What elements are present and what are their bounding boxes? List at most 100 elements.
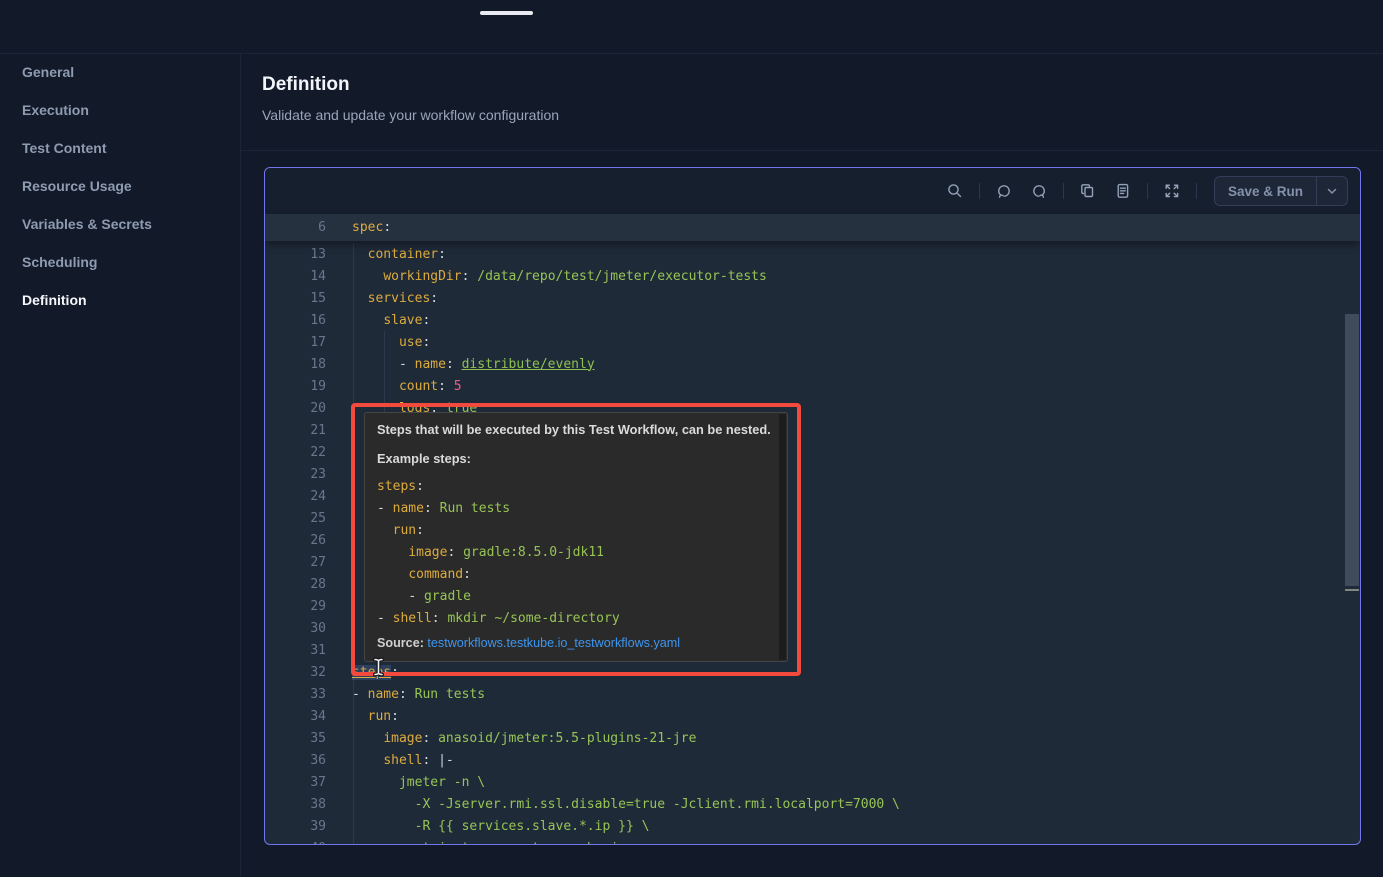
code-line-39[interactable]: 39 -R {{ services.slave.*.ip }} \ xyxy=(265,815,1360,837)
tooltip-example-label: Example steps: xyxy=(377,451,773,466)
tooltip-code-line: steps: xyxy=(377,475,773,497)
sidebar-item-scheduling[interactable]: Scheduling xyxy=(0,243,240,281)
code-line-37[interactable]: 37 jmeter -n \ xyxy=(265,771,1360,793)
line-number: 27 xyxy=(265,555,326,570)
line-number: 38 xyxy=(265,797,326,812)
code-line-40[interactable]: 40 -t jmeter-executor-smoke.jmx xyxy=(265,837,1360,845)
text-cursor-icon xyxy=(371,657,386,682)
line-number: 30 xyxy=(265,621,326,636)
workflow-settings-screen: GeneralExecutionTest ContentResource Usa… xyxy=(0,0,1383,877)
tooltip-code-line: run: xyxy=(377,519,773,541)
code-text: -X -Jserver.rmi.ssl.disable=true -Jclien… xyxy=(352,797,900,812)
line-number: 23 xyxy=(265,467,326,482)
line-number: 24 xyxy=(265,489,326,504)
code-line-19[interactable]: 19 count: 5 xyxy=(265,375,1360,397)
page-subtitle: Validate and update your workflow config… xyxy=(262,107,559,123)
line-number: 39 xyxy=(265,819,326,834)
tooltip-code-block: steps:- name: Run tests run: image: grad… xyxy=(377,475,773,629)
tooltip-source-link[interactable]: testworkflows.testkube.io_testworkflows.… xyxy=(427,636,680,650)
line-number: 21 xyxy=(265,423,326,438)
tooltip-code-line: image: gradle:8.5.0-jdk11 xyxy=(377,541,773,563)
code-line-38[interactable]: 38 -X -Jserver.rmi.ssl.disable=true -Jcl… xyxy=(265,793,1360,815)
tooltip-code-line: - gradle xyxy=(377,585,773,607)
sidebar-item-execution[interactable]: Execution xyxy=(0,91,240,129)
expand-icon[interactable] xyxy=(1161,180,1183,202)
code-line-14[interactable]: 14 workingDir: /data/repo/test/jmeter/ex… xyxy=(265,265,1360,287)
line-number: 31 xyxy=(265,643,326,658)
header-divider xyxy=(241,150,1383,151)
code-text: use: xyxy=(352,335,430,350)
line-number: 36 xyxy=(265,753,326,768)
code-line-18[interactable]: 18 - name: distribute/evenly xyxy=(265,353,1360,375)
editor-scrollbar-thumb[interactable] xyxy=(1345,314,1359,586)
tooltip-source-label: Source: xyxy=(377,636,424,650)
tooltip-code-line: - shell: mkdir ~/some-directory xyxy=(377,607,773,629)
line-number: 20 xyxy=(265,401,326,416)
code-line-15[interactable]: 15 services: xyxy=(265,287,1360,309)
active-tab-indicator xyxy=(480,11,533,15)
code-text: jmeter -n \ xyxy=(352,775,485,790)
line-number: 13 xyxy=(265,247,326,262)
line-number: 35 xyxy=(265,731,326,746)
undo-icon[interactable] xyxy=(993,180,1015,202)
sidebar-item-resource-usage[interactable]: Resource Usage xyxy=(0,167,240,205)
yaml-definition-editor[interactable]: Save & Run 6 spec: 13 container:14 worki… xyxy=(264,167,1361,845)
tooltip-code-line: - name: Run tests xyxy=(377,497,773,519)
sidebar-item-definition[interactable]: Definition xyxy=(0,281,240,319)
code-text: count: 5 xyxy=(352,379,462,394)
code-text: services: xyxy=(352,291,438,306)
line-number: 14 xyxy=(265,269,326,284)
save-and-run-button[interactable]: Save & Run xyxy=(1214,176,1348,206)
code-line-34[interactable]: 34 run: xyxy=(265,705,1360,727)
code-text: slave: xyxy=(352,313,430,328)
line-number: 34 xyxy=(265,709,326,724)
code-text: image: anasoid/jmeter:5.5-plugins-21-jre xyxy=(352,731,696,746)
line-number: 33 xyxy=(265,687,326,702)
code-line-17[interactable]: 17 use: xyxy=(265,331,1360,353)
sticky-scroll-line[interactable]: 6 spec: xyxy=(265,214,1360,241)
sidebar-item-test-content[interactable]: Test Content xyxy=(0,129,240,167)
page-title: Definition xyxy=(262,74,350,96)
code-text: spec: xyxy=(352,220,391,235)
sidebar-item-variables-secrets[interactable]: Variables & Secrets xyxy=(0,205,240,243)
code-text: -t jmeter-executor-smoke.jmx xyxy=(352,841,634,846)
sidebar-divider xyxy=(240,53,241,877)
search-icon[interactable] xyxy=(944,180,966,202)
scrollbar-position-marker xyxy=(1345,589,1359,591)
code-text: shell: |- xyxy=(352,753,454,768)
redo-icon[interactable] xyxy=(1028,180,1050,202)
line-number: 17 xyxy=(265,335,326,350)
line-number: 18 xyxy=(265,357,326,372)
toolbar-separator xyxy=(1196,183,1197,199)
code-line-35[interactable]: 35 image: anasoid/jmeter:5.5-plugins-21-… xyxy=(265,727,1360,749)
code-text: - name: Run tests xyxy=(352,687,485,702)
file-text-icon[interactable] xyxy=(1112,180,1134,202)
line-number: 25 xyxy=(265,511,326,526)
code-line-16[interactable]: 16 slave: xyxy=(265,309,1360,331)
line-number: 22 xyxy=(265,445,326,460)
code-text: -R {{ services.slave.*.ip }} \ xyxy=(352,819,649,834)
code-line-33[interactable]: 33 - name: Run tests xyxy=(265,683,1360,705)
tooltip-heading: Steps that will be executed by this Test… xyxy=(377,422,773,437)
line-number: 26 xyxy=(265,533,326,548)
line-number: 6 xyxy=(265,220,326,235)
toolbar-separator xyxy=(979,183,980,199)
code-line-32[interactable]: 32steps: xyxy=(265,661,1360,683)
code-text: run: xyxy=(352,709,399,724)
copy-icon[interactable] xyxy=(1077,180,1099,202)
line-number: 29 xyxy=(265,599,326,614)
line-number: 40 xyxy=(265,841,326,846)
tooltip-scrollbar-track[interactable] xyxy=(779,414,786,660)
chevron-down-icon[interactable] xyxy=(1317,177,1347,205)
line-number: 19 xyxy=(265,379,326,394)
line-number: 16 xyxy=(265,313,326,328)
sidebar-item-general[interactable]: General xyxy=(0,53,240,91)
hover-tooltip-steps: Steps that will be executed by this Test… xyxy=(364,412,788,662)
code-line-13[interactable]: 13 container: xyxy=(265,243,1360,265)
save-and-run-label[interactable]: Save & Run xyxy=(1215,177,1316,205)
line-number: 28 xyxy=(265,577,326,592)
code-line-36[interactable]: 36 shell: |- xyxy=(265,749,1360,771)
code-text: container: xyxy=(352,247,446,262)
code-text: - name: distribute/evenly xyxy=(352,357,595,372)
code-text: workingDir: /data/repo/test/jmeter/execu… xyxy=(352,269,767,284)
